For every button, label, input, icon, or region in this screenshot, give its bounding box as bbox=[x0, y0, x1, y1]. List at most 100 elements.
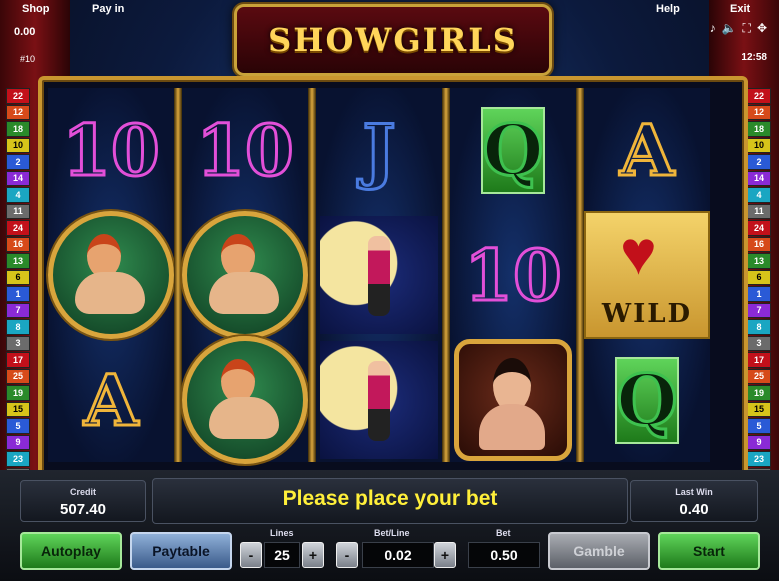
payline-marker[interactable]: 6 bbox=[747, 269, 771, 285]
payline-marker[interactable]: 2 bbox=[6, 154, 30, 170]
pay-in-button[interactable]: Pay in bbox=[92, 3, 124, 15]
card-symbol: A bbox=[82, 357, 139, 443]
betline-minus-button[interactable]: - bbox=[336, 542, 358, 568]
paytable-button[interactable]: Paytable bbox=[130, 532, 232, 570]
reel-symbol bbox=[182, 211, 308, 339]
heart-icon: ♥ bbox=[620, 219, 657, 288]
reel: 10 A bbox=[48, 88, 174, 462]
payline-marker[interactable]: 14 bbox=[6, 170, 30, 186]
payline-marker[interactable]: 19 bbox=[6, 385, 30, 401]
payline-marker[interactable]: 24 bbox=[747, 220, 771, 236]
gamble-button[interactable]: Gamble bbox=[548, 532, 650, 570]
reel-symbol: 10 bbox=[450, 213, 576, 337]
payline-marker[interactable]: 17 bbox=[6, 352, 30, 368]
reel-symbol bbox=[316, 338, 442, 462]
payline-marker[interactable]: 2 bbox=[747, 154, 771, 170]
card-symbol: Q bbox=[614, 356, 680, 444]
payline-marker[interactable]: 5 bbox=[6, 418, 30, 434]
status-message: Please place your bet bbox=[282, 487, 498, 510]
wild-label: WILD bbox=[601, 299, 693, 329]
message-box: Please place your bet bbox=[152, 478, 628, 524]
payline-marker[interactable]: 7 bbox=[747, 302, 771, 318]
payline-marker[interactable]: 18 bbox=[6, 121, 30, 137]
lines-plus-button[interactable]: + bbox=[302, 542, 324, 568]
card-symbol: 10 bbox=[195, 107, 295, 193]
card-symbol: J bbox=[361, 107, 397, 193]
autoplay-button[interactable]: Autoplay bbox=[20, 532, 122, 570]
payline-marker[interactable]: 8 bbox=[747, 319, 771, 335]
payline-marker[interactable]: 1 bbox=[747, 286, 771, 302]
payline-marker[interactable]: 18 bbox=[747, 121, 771, 137]
lines-value: 25 bbox=[264, 542, 300, 568]
payline-marker[interactable]: 3 bbox=[6, 335, 30, 351]
payline-marker[interactable]: 9 bbox=[6, 434, 30, 450]
reel: Q 10 bbox=[450, 88, 576, 462]
music-note-icon[interactable]: ♪ bbox=[710, 21, 716, 36]
payline-marker[interactable]: 24 bbox=[6, 220, 30, 236]
payline-marker[interactable]: 4 bbox=[747, 187, 771, 203]
showgirl-brunette-symbol bbox=[454, 339, 572, 461]
payline-markers-left: 221218102144112416136178317251915592320 bbox=[6, 88, 30, 484]
reel-symbol: 10 bbox=[48, 88, 174, 212]
payline-marker[interactable]: 12 bbox=[747, 104, 771, 120]
credit-box: Credit 507.40 bbox=[20, 480, 146, 522]
payline-marker[interactable]: 15 bbox=[747, 401, 771, 417]
payline-marker[interactable]: 19 bbox=[747, 385, 771, 401]
payline-marker[interactable]: 8 bbox=[6, 319, 30, 335]
payline-marker[interactable]: 25 bbox=[6, 368, 30, 384]
payline-marker[interactable]: 13 bbox=[747, 253, 771, 269]
bet-per-line-value: 0.02 bbox=[362, 542, 434, 568]
top-credit-display: 0.00 bbox=[14, 26, 36, 38]
reel: J bbox=[316, 88, 442, 462]
payline-marker[interactable]: 17 bbox=[747, 352, 771, 368]
payline-marker[interactable]: 13 bbox=[6, 253, 30, 269]
payline-marker[interactable]: 10 bbox=[747, 137, 771, 153]
last-win-value: 0.40 bbox=[679, 501, 709, 518]
payline-marker[interactable]: 9 bbox=[747, 434, 771, 450]
game-logo: SHOWGIRLS bbox=[234, 4, 552, 76]
payline-marker[interactable]: 22 bbox=[6, 88, 30, 104]
reel-divider bbox=[442, 88, 450, 462]
move-icon[interactable]: ✥ bbox=[757, 21, 767, 36]
sound-icon[interactable]: 🔈 bbox=[722, 21, 737, 36]
control-panel: Credit 507.40 Please place your bet Last… bbox=[0, 470, 779, 581]
payline-marker[interactable]: 12 bbox=[6, 104, 30, 120]
payline-marker[interactable]: 15 bbox=[6, 401, 30, 417]
betline-plus-button[interactable]: + bbox=[434, 542, 456, 568]
start-button[interactable]: Start bbox=[658, 532, 760, 570]
payline-marker[interactable]: 7 bbox=[6, 302, 30, 318]
exit-button[interactable]: Exit bbox=[730, 3, 750, 15]
payline-marker[interactable]: 3 bbox=[747, 335, 771, 351]
reel-divider bbox=[308, 88, 316, 462]
reel-symbol: ♥ WILD bbox=[584, 211, 710, 339]
reel-divider bbox=[576, 88, 584, 462]
payline-marker[interactable]: 25 bbox=[747, 368, 771, 384]
help-button[interactable]: Help bbox=[656, 3, 680, 15]
clock: 12:58 bbox=[741, 52, 767, 63]
payline-marker[interactable]: 11 bbox=[747, 203, 771, 219]
payline-marker[interactable]: 14 bbox=[747, 170, 771, 186]
payline-marker[interactable]: 11 bbox=[6, 203, 30, 219]
payline-marker[interactable]: 1 bbox=[6, 286, 30, 302]
shop-button[interactable]: Shop bbox=[22, 3, 50, 15]
payline-marker[interactable]: 16 bbox=[6, 236, 30, 252]
payline-marker[interactable]: 23 bbox=[747, 451, 771, 467]
reel: A ♥ WILD Q bbox=[584, 88, 710, 462]
fullscreen-icon[interactable]: ⛶ bbox=[743, 21, 751, 36]
payline-marker[interactable]: 5 bbox=[747, 418, 771, 434]
reel-symbol: A bbox=[584, 88, 710, 212]
reel-symbol: Q bbox=[450, 88, 576, 212]
payline-marker[interactable]: 4 bbox=[6, 187, 30, 203]
wild-symbol: ♥ WILD bbox=[584, 211, 710, 339]
reels-frame: 10 A 10 J Q 10 A ♥ WILD Q bbox=[38, 76, 748, 476]
payline-marker[interactable]: 6 bbox=[6, 269, 30, 285]
reel: 10 bbox=[182, 88, 308, 464]
reel-symbol: Q bbox=[584, 338, 710, 462]
payline-marker[interactable]: 22 bbox=[747, 88, 771, 104]
payline-marker[interactable]: 16 bbox=[747, 236, 771, 252]
lines-minus-button[interactable]: - bbox=[240, 542, 262, 568]
payline-markers-right: 221218102144112416136178317251915592320 bbox=[747, 88, 771, 484]
payline-marker[interactable]: 10 bbox=[6, 137, 30, 153]
reel-symbol: J bbox=[316, 88, 442, 212]
payline-marker[interactable]: 23 bbox=[6, 451, 30, 467]
